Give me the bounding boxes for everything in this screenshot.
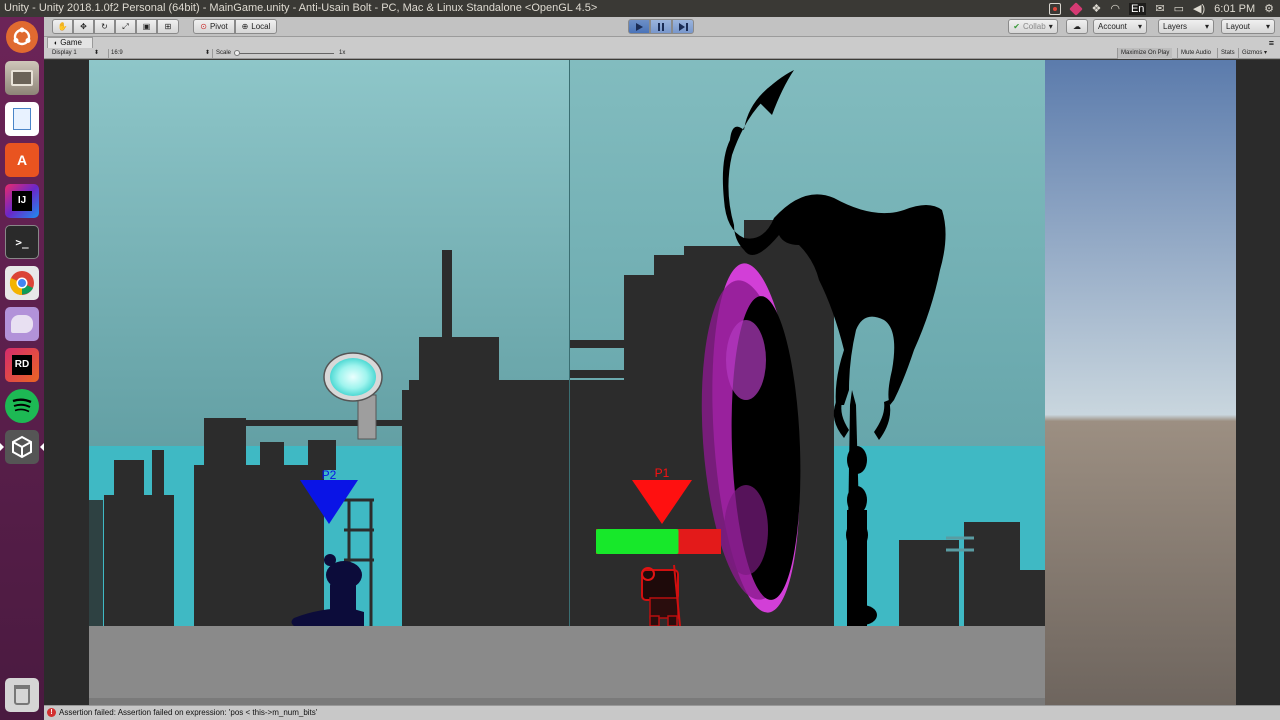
- rotate-tool-icon[interactable]: ↻: [94, 19, 115, 34]
- spotify-icon[interactable]: [5, 389, 39, 423]
- p1-health-bar: [596, 529, 721, 554]
- top-panel: Unity - Unity 2018.1.0f2 Personal (64bit…: [0, 0, 1280, 17]
- terminal-icon[interactable]: >_: [5, 225, 39, 259]
- window-title: Unity - Unity 2018.1.0f2 Personal (64bit…: [4, 2, 598, 14]
- stats-toggle[interactable]: Stats: [1217, 48, 1238, 59]
- rect-tool-icon[interactable]: ▣: [136, 19, 157, 34]
- transform-tool-icon[interactable]: ⊞: [157, 19, 179, 34]
- chevron-down-icon: ▾: [1265, 22, 1270, 31]
- letterbox-left: [44, 60, 89, 705]
- glowing-lamp: [330, 358, 376, 396]
- unity-icon[interactable]: [0, 430, 44, 464]
- wifi-icon[interactable]: ◠: [1110, 2, 1120, 15]
- files-icon[interactable]: [5, 61, 39, 95]
- dropbox-icon[interactable]: ❖: [1091, 2, 1101, 15]
- checkmark-icon: ✔: [1013, 22, 1020, 31]
- unity-toolbar: ✋ ✥ ↻ ⤢ ▣ ⊞ ⊙ Pivot ⊕ Local ✔ Collab ▾ ☁ Acc…: [44, 17, 1280, 37]
- chrome-icon[interactable]: [5, 266, 39, 300]
- screen-record-icon[interactable]: [1049, 2, 1062, 15]
- split-screen-right: P1: [570, 60, 1045, 627]
- pivot-icon: ⊙: [200, 22, 207, 31]
- cloud-icon: ☁: [1073, 22, 1081, 31]
- skybox: [1045, 60, 1236, 705]
- scale-label: Scale: [212, 49, 231, 58]
- error-icon: !: [47, 708, 56, 718]
- chevron-down-icon: ▾: [1048, 22, 1053, 31]
- scale-slider-track[interactable]: [238, 53, 334, 54]
- maximize-on-play-toggle[interactable]: Maximize On Play: [1117, 48, 1173, 59]
- p1-label: P1: [655, 466, 670, 480]
- scale-value: 1x: [339, 50, 346, 56]
- split-screen-left: P2: [89, 60, 570, 626]
- local-toggle[interactable]: ⊕ Local: [235, 19, 277, 34]
- gizmos-dropdown[interactable]: Gizmos ▾: [1238, 48, 1270, 59]
- chevron-down-icon: ⬍: [94, 50, 100, 56]
- pause-icon: [658, 22, 664, 31]
- launcher: A IJ >_ RD: [0, 17, 44, 720]
- play-button[interactable]: [628, 19, 650, 34]
- chevron-down-icon: ▾: [1137, 22, 1142, 31]
- fence-left: [89, 500, 103, 626]
- cloud-button[interactable]: ☁: [1066, 19, 1088, 34]
- app-indicator-icon[interactable]: [1069, 1, 1084, 16]
- move-tool-icon[interactable]: ✥: [73, 19, 94, 34]
- tab-menu-icon[interactable]: ≡: [1269, 38, 1274, 48]
- ubuntu-dash-icon[interactable]: [6, 21, 38, 53]
- account-dropdown[interactable]: Account ▾: [1093, 19, 1147, 34]
- step-icon: [678, 22, 688, 31]
- letterbox-right: [1236, 60, 1280, 705]
- local-icon: ⊕: [241, 22, 249, 31]
- software-center-icon[interactable]: A: [5, 143, 39, 177]
- chevron-down-icon: ⬍: [205, 50, 211, 56]
- layout-dropdown[interactable]: Layout ▾: [1221, 19, 1275, 34]
- game-scene[interactable]: P2 P1: [44, 60, 1280, 705]
- settings-gear-icon[interactable]: ⚙: [1264, 2, 1274, 15]
- system-tray: ❖ ◠ En ✉ ▭ ◀) 6:01 PM ⚙: [1049, 0, 1274, 17]
- game-view-toolbar: Display 1 ⬍ 16:9 ⬍ Scale 1x Maximize On …: [44, 48, 1280, 59]
- pivot-toggle[interactable]: ⊙ Pivot: [193, 19, 235, 34]
- aspect-dropdown[interactable]: 16:9: [108, 49, 208, 58]
- scale-tool-icon[interactable]: ⤢: [115, 19, 136, 34]
- console-message: Assertion failed: Assertion failed on ex…: [59, 708, 318, 717]
- mail-icon[interactable]: ✉: [1155, 2, 1164, 15]
- clock[interactable]: 6:01 PM: [1214, 3, 1255, 15]
- keyboard-layout-indicator[interactable]: En: [1128, 2, 1147, 15]
- step-button[interactable]: [672, 19, 694, 34]
- play-icon: [636, 22, 643, 31]
- document-viewer-icon[interactable]: [5, 102, 39, 136]
- ground: [89, 626, 1045, 698]
- p2-label: P2: [322, 468, 337, 482]
- hand-tool-icon[interactable]: ✋: [52, 19, 73, 34]
- scale-slider-handle[interactable]: [234, 50, 240, 56]
- rider-icon[interactable]: RD: [5, 348, 39, 382]
- chevron-down-icon: ▾: [1204, 22, 1209, 31]
- volume-icon[interactable]: ◀): [1193, 2, 1205, 15]
- trash-icon[interactable]: [5, 678, 39, 712]
- split-divider: [569, 60, 570, 626]
- layers-dropdown[interactable]: Layers ▾: [1158, 19, 1214, 34]
- lamp-post: [357, 394, 377, 440]
- game-view-header: ◐ Game Display 1 ⬍ 16:9 ⬍ Scale 1x Maxim…: [44, 37, 1280, 59]
- tab-game[interactable]: ◐ Game: [47, 37, 93, 48]
- pidgin-icon[interactable]: [5, 307, 39, 341]
- battery-icon[interactable]: ▭: [1174, 2, 1184, 15]
- mute-audio-toggle[interactable]: Mute Audio: [1177, 48, 1214, 59]
- console-status-bar[interactable]: ! Assertion failed: Assertion failed on e…: [44, 705, 1280, 720]
- collab-dropdown[interactable]: ✔ Collab ▾: [1008, 19, 1058, 34]
- ground-shadow: [89, 698, 1045, 705]
- intellij-icon[interactable]: IJ: [5, 184, 39, 218]
- game-viewport[interactable]: P2 P1: [44, 60, 1280, 705]
- health-bar-fill: [596, 529, 679, 554]
- pause-button[interactable]: [650, 19, 672, 34]
